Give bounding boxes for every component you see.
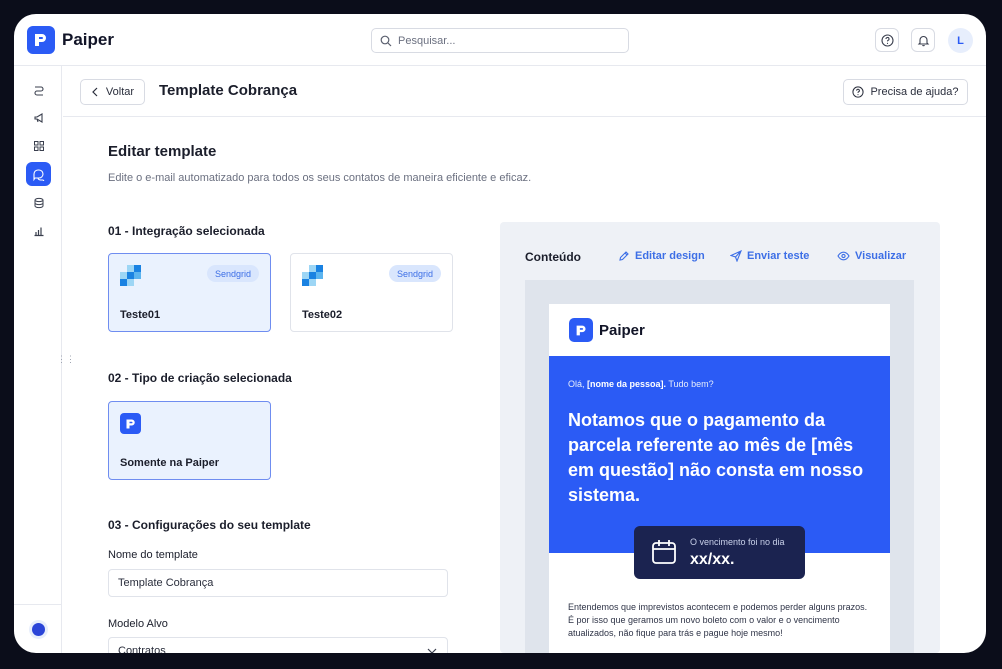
view-label: Visualizar	[855, 250, 907, 262]
view-button[interactable]: Visualizar	[837, 250, 906, 262]
template-name-field[interactable]: Template Cobrança	[108, 569, 448, 597]
sidebar-item-dashboard[interactable]	[26, 134, 51, 158]
help-button[interactable]	[875, 28, 899, 52]
edit-design-button[interactable]: Editar design	[618, 250, 705, 262]
section-integration-title: 01 - Integração selecionada	[108, 224, 265, 238]
calendar-icon	[652, 540, 676, 564]
notifications-button[interactable]	[911, 28, 935, 52]
back-button[interactable]: Voltar	[80, 79, 145, 105]
email-hero: Olá, [nome da pessoa]. Tudo bem? Notamos…	[549, 356, 890, 553]
creation-type-card-paiper[interactable]: Somente na Paiper	[108, 401, 271, 480]
sidebar-item-database[interactable]	[26, 191, 51, 215]
editor-title: Editar template	[108, 143, 217, 160]
sendgrid-logo-icon	[302, 265, 323, 286]
content-preview-panel: Conteúdo Editar design Enviar teste Visu…	[500, 222, 940, 653]
pencil-icon	[619, 251, 629, 261]
template-name-value: Template Cobrança	[118, 577, 214, 589]
email-headline: Notamos que o pagamento da parcela refer…	[568, 410, 864, 505]
route-icon	[33, 86, 44, 96]
app-name: Paiper	[62, 30, 114, 49]
bar-chart-icon	[34, 227, 43, 237]
integration-card-teste01[interactable]: Sendgrid Teste01	[108, 253, 271, 332]
sidebar-resize-handle[interactable]: ⋮⋮	[57, 352, 75, 366]
send-icon	[730, 250, 742, 262]
search-icon	[380, 35, 392, 46]
megaphone-icon	[33, 113, 43, 123]
back-button-label: Voltar	[105, 86, 135, 98]
status-indicator[interactable]	[31, 622, 45, 636]
page-title: Template Cobrança	[159, 82, 298, 99]
chevron-left-icon	[92, 87, 98, 97]
top-bar: Paiper Pesquisar... L	[14, 14, 986, 66]
help-circle-icon	[852, 86, 865, 98]
help-circle-icon	[880, 33, 894, 47]
email-body-text: Entendemos que imprevistos acontecem e p…	[568, 602, 868, 638]
edit-design-label: Editar design	[635, 250, 705, 262]
email-canvas: Paiper Olá, [nome da pessoa]. Tudo bem? …	[525, 280, 914, 653]
integration-badge: Sendgrid	[206, 265, 259, 282]
creation-type-name: Somente na Paiper	[120, 457, 220, 469]
paiper-logo-icon	[120, 413, 141, 434]
editor-subtitle: Edite o e-mail automatizado para todos o…	[108, 172, 532, 184]
bell-icon	[917, 35, 929, 46]
user-avatar[interactable]: L	[948, 28, 973, 53]
eye-icon	[837, 251, 850, 261]
sidebar: ⋮⋮	[14, 66, 75, 653]
due-date-card: O vencimento foi no dia xx/xx.	[634, 526, 805, 579]
due-date-value: xx/xx.	[690, 551, 735, 568]
database-icon	[34, 197, 43, 209]
search-placeholder: Pesquisar...	[398, 34, 456, 47]
email-greeting: Olá, [nome da pessoa]. Tudo bem?	[568, 379, 714, 389]
need-help-button[interactable]: Precisa de ajuda?	[843, 79, 968, 105]
paiper-logo-icon	[27, 26, 55, 54]
sidebar-item-campaigns[interactable]	[26, 106, 51, 130]
preview-toolbar: Conteúdo Editar design Enviar teste Visu…	[500, 222, 940, 272]
integration-card-teste02[interactable]: Sendgrid Teste02	[290, 253, 453, 332]
sidebar-item-routes[interactable]	[26, 78, 51, 102]
section-config-title: 03 - Configurações do seu template	[108, 518, 311, 532]
email-brand-name: Paiper	[599, 321, 645, 339]
app-window: Paiper Pesquisar... L ⋮⋮ Voltar Template…	[14, 14, 986, 653]
integration-badge: Sendgrid	[388, 265, 441, 282]
sidebar-item-reports[interactable]	[26, 219, 51, 243]
preview-title: Conteúdo	[525, 250, 581, 264]
app-logo[interactable]: Paiper	[27, 26, 114, 54]
template-name-label: Nome do template	[108, 549, 198, 561]
target-model-select[interactable]: Contratos	[108, 637, 448, 653]
send-test-button[interactable]: Enviar teste	[730, 250, 809, 262]
chevron-down-icon	[427, 648, 437, 653]
send-test-label: Enviar teste	[747, 250, 810, 262]
paiper-logo-icon	[569, 318, 593, 342]
page-header: Voltar Template Cobrança Precisa de ajud…	[63, 66, 986, 117]
integration-card-name: Teste02	[302, 309, 343, 321]
grid-icon	[33, 141, 44, 151]
due-date-label: O vencimento foi no dia	[690, 537, 785, 547]
email-brand: Paiper	[569, 318, 645, 342]
greeting-suffix: Tudo bem?	[666, 379, 714, 389]
target-model-value: Contratos	[118, 645, 166, 653]
search-input[interactable]: Pesquisar...	[371, 28, 629, 53]
sendgrid-logo-icon	[120, 265, 141, 286]
email-preview: Paiper Olá, [nome da pessoa]. Tudo bem? …	[549, 304, 890, 653]
sidebar-footer	[14, 604, 62, 653]
need-help-label: Precisa de ajuda?	[870, 86, 959, 98]
section-creation-type-title: 02 - Tipo de criação selecionada	[108, 371, 292, 385]
sidebar-item-messages[interactable]	[26, 162, 51, 186]
chat-icon	[33, 168, 45, 181]
target-model-label: Modelo Alvo	[108, 618, 168, 630]
greeting-name: [nome da pessoa].	[587, 379, 667, 389]
integration-card-name: Teste01	[120, 309, 161, 321]
greeting-prefix: Olá,	[568, 379, 588, 389]
